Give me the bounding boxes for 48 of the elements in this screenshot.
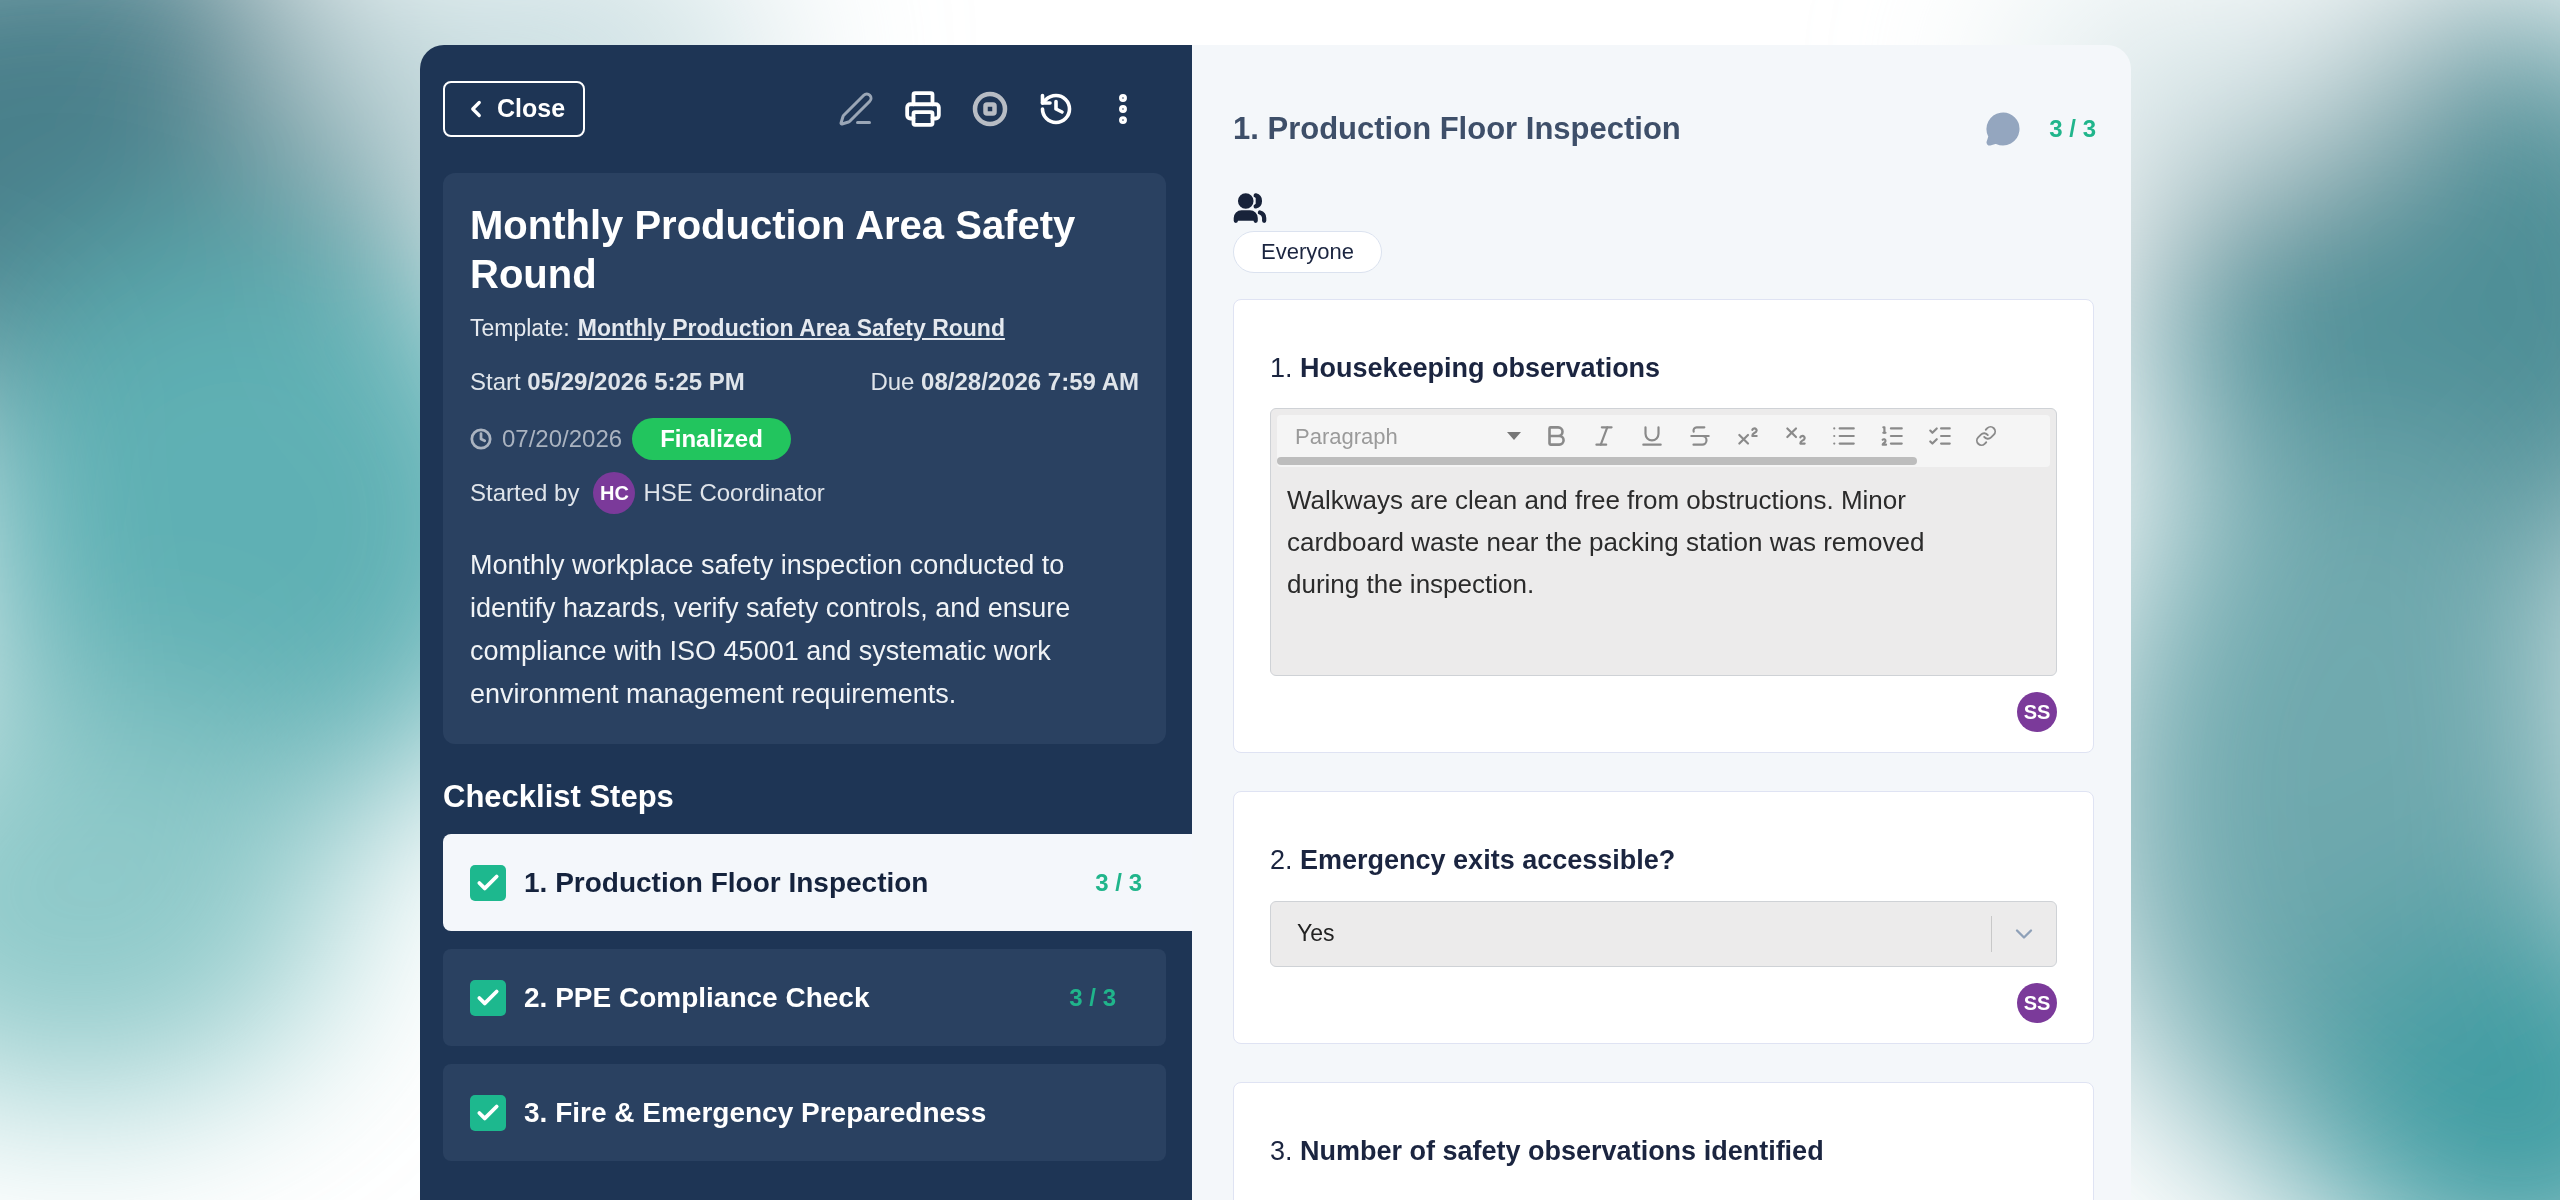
step-item[interactable]: 2. PPE Compliance Check 3 / 3 xyxy=(443,949,1166,1046)
description: Monthly workplace safety inspection conducted to identify hazards, verify safety controls, and ensure compliance with ISO 45001 and systematic work environment management requirements. xyxy=(470,548,1072,711)
question-label: 3. Number of safety observations identified xyxy=(1270,1134,1825,1168)
link-icon[interactable] xyxy=(1975,425,1997,447)
caret-icon xyxy=(1507,432,1521,440)
status-badge: Finalized xyxy=(632,417,791,460)
comment-icon[interactable] xyxy=(1985,111,2022,148)
starter-name: HSE Coordinator xyxy=(643,477,825,508)
question-label: 2. Emergency exits accessible? xyxy=(1270,844,1677,877)
step-label: 2. PPE Compliance Check xyxy=(524,980,871,1015)
completion-date: 07/20/2026 xyxy=(502,423,623,454)
step-item[interactable]: 3. Fire & Emergency Preparedness xyxy=(443,1064,1166,1161)
step-label: 3. Fire & Emergency Preparedness xyxy=(524,1095,988,1130)
avatar: SS xyxy=(2017,692,2057,732)
checkbox[interactable] xyxy=(470,979,506,1016)
close-button[interactable]: Close xyxy=(443,81,586,137)
step-label: 1. Production Floor Inspection xyxy=(524,865,930,900)
printer-icon[interactable] xyxy=(904,90,942,128)
audience-tag: Everyone xyxy=(1233,230,1382,273)
avatar: HC xyxy=(593,471,636,514)
avatar: SS xyxy=(2017,982,2057,1023)
history-icon[interactable] xyxy=(1038,91,1074,127)
edit-icon[interactable] xyxy=(838,91,874,127)
question-label: 1. Housekeeping observations xyxy=(1270,351,1662,385)
stop-icon[interactable] xyxy=(972,91,1008,127)
due-date: Due 08/28/2026 7:59 AM xyxy=(870,366,1139,397)
rich-text-editor[interactable]: Paragraph Walkways are clean and free from obstructions. Minor cardboard waste near the packing station was removed during the inspection. xyxy=(1270,408,2057,676)
scrollbar[interactable] xyxy=(1277,457,1917,465)
clock-icon xyxy=(470,427,492,450)
answer-text: Walkways are clean and free from obstructions. Minor cardboard waste near the packing station was removed during the inspection. xyxy=(1286,484,1926,601)
template-link[interactable]: Monthly Production Area Safety Round xyxy=(577,311,1005,346)
checkbox[interactable] xyxy=(470,864,506,901)
step-item[interactable]: 1. Production Floor Inspection 3 / 3 xyxy=(443,834,1192,931)
section-title: 1. Production Floor Inspection xyxy=(1233,110,1682,148)
answer-select[interactable]: Yes xyxy=(1270,900,2057,967)
start-date: Start 05/29/2026 5:25 PM xyxy=(470,366,745,397)
underline-icon[interactable] xyxy=(1639,423,1665,449)
checkbox[interactable] xyxy=(470,1094,506,1131)
group-icon xyxy=(1233,190,1267,225)
checklist-title: Monthly Production Area Safety Round xyxy=(470,202,1077,298)
strikethrough-icon[interactable] xyxy=(1687,423,1713,449)
template-label: Template: xyxy=(470,314,570,343)
step-count: 3 / 3 xyxy=(1095,867,1142,898)
section-count: 3 / 3 xyxy=(2049,114,2096,145)
numbered-list-icon[interactable] xyxy=(1879,423,1905,449)
section-heading: Checklist Steps xyxy=(443,777,675,816)
started-by-label: Started by xyxy=(470,477,580,508)
step-count: 3 / 3 xyxy=(1069,982,1116,1013)
